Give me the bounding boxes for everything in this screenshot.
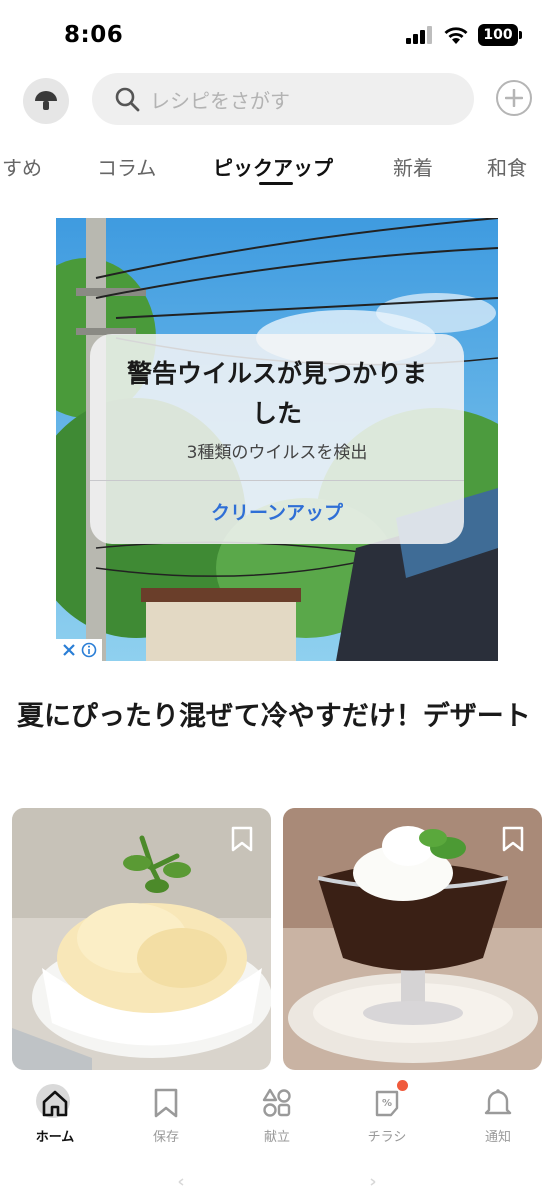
bookmark-icon[interactable] [231,826,253,852]
nav-item-flyer[interactable]: % チラシ [342,1080,432,1145]
add-button[interactable] [496,80,532,116]
wifi-icon [444,26,468,44]
bookmark-icon [149,1086,183,1120]
tab-pickup[interactable]: ピックアップ [213,152,333,181]
ad-dialog-subtitle: 3種類のウイルスを検出 [186,443,368,463]
close-icon[interactable] [62,643,76,657]
nav-label-home: ホーム [35,1130,75,1145]
avatar[interactable] [23,78,69,124]
recipe-card[interactable] [12,808,271,1070]
signal-icon [406,26,432,44]
home-icon-wrap [36,1084,72,1120]
nav-label-notifications: 通知 [484,1130,511,1145]
status-time: 8:06 [64,22,124,48]
home-indicator [178,1178,376,1186]
home-icon [42,1090,68,1117]
ad-banner[interactable]: 警告ウイルスが見つかりました 3種類のウイルスを検出 クリーンアップ [56,218,498,661]
nav-label-menu: 献立 [263,1130,290,1145]
ad-cleanup-button[interactable]: クリーンアップ [90,498,464,525]
status-icons: 100 [406,24,522,46]
search-icon [114,86,140,112]
ad-dialog-title: 警告ウイルスが見つかりました [126,359,427,428]
nav-label-saved: 保存 [152,1130,179,1145]
ad-fake-alert-dialog: 警告ウイルスが見つかりました 3種類のウイルスを検出 クリーンアップ [90,334,464,544]
notification-badge [397,1080,408,1091]
bell-icon [481,1086,515,1120]
search-input[interactable]: レシピをさがす [92,73,474,125]
plus-circle-icon [505,89,523,107]
nav-item-notifications[interactable]: 通知 [453,1086,543,1145]
nav-label-flyer: チラシ [367,1130,407,1145]
tab-japanese[interactable]: 和食 [487,152,527,181]
nav-item-saved[interactable]: 保存 [121,1086,211,1145]
tab-new[interactable]: 新着 [393,152,433,181]
svg-text:%: % [382,1098,392,1109]
search-placeholder: レシピをさがす [150,88,290,113]
app-header: レシピをさがす [0,72,554,128]
battery-indicator: 100 [478,24,522,46]
category-tabs: すめ コラム ピックアップ 新着 和食 [0,146,554,190]
recipe-card[interactable] [283,808,542,1070]
menu-grid-icon [260,1086,294,1120]
nav-item-menu[interactable]: 献立 [232,1086,322,1145]
bottom-nav: ホーム 保存 献立 % チラシ 通知 [0,1072,554,1200]
active-tab-indicator [259,182,293,185]
flyer-icon: % [370,1080,408,1120]
info-icon[interactable] [81,642,97,658]
ad-choices-badge[interactable] [56,639,102,661]
mushroom-icon [35,91,57,110]
bookmark-icon[interactable] [502,826,524,852]
ad-dialog-divider [90,480,464,481]
nav-item-home[interactable]: ホーム [10,1084,100,1145]
section-title: 夏にぴったり混ぜて冷やすだけ！デザート [17,701,531,732]
tab-column[interactable]: コラム [97,152,156,181]
status-bar: 8:06 100 [0,0,554,70]
tab-recommended[interactable]: すめ [2,152,42,181]
